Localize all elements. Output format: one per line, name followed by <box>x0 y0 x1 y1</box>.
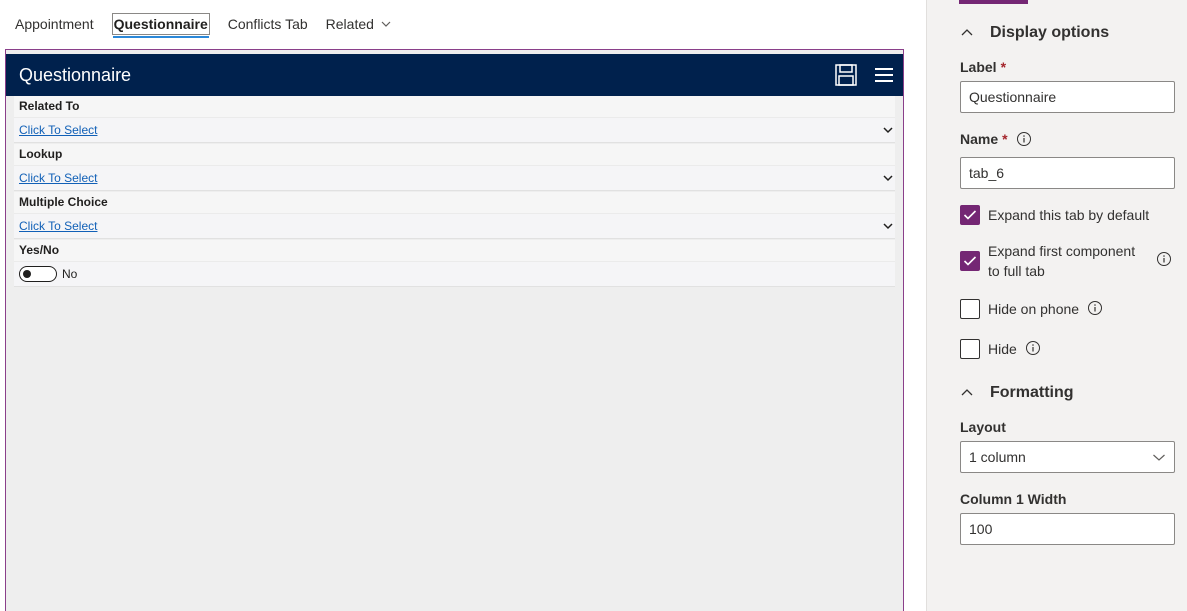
tab-conflicts[interactable]: Conflicts Tab <box>228 13 308 35</box>
form-canvas: Questionnaire Related To Click To Select <box>5 49 904 611</box>
active-tab-indicator <box>959 0 1028 4</box>
required-mark: * <box>1002 131 1008 147</box>
info-icon[interactable] <box>1016 131 1032 147</box>
hide-checkbox[interactable] <box>960 339 980 359</box>
expand-first-component-checkbox-row[interactable]: Expand first component to full tab <box>960 241 1180 281</box>
info-icon[interactable] <box>1025 340 1041 356</box>
section-title: Formatting <box>990 384 1074 401</box>
name-field-label: Name * <box>960 131 1032 147</box>
layout-select[interactable]: 1 column <box>960 441 1175 473</box>
required-mark: * <box>1000 59 1007 75</box>
expand-first-component-checkbox[interactable] <box>960 251 980 271</box>
name-text: Name <box>960 131 999 147</box>
click-to-select-link[interactable]: Click To Select <box>19 123 97 137</box>
tab-questionnaire[interactable]: Questionnaire <box>111 12 210 38</box>
field-label-yes-no: Yes/No <box>14 240 895 261</box>
label-field-label: Label * <box>960 59 1006 75</box>
info-icon[interactable] <box>1156 251 1172 267</box>
chevron-down-icon <box>1153 454 1165 461</box>
section-title: Display options <box>990 24 1110 41</box>
field-label-lookup: Lookup <box>14 144 895 165</box>
toggle-value: No <box>62 267 78 281</box>
chevron-down-icon[interactable] <box>883 126 893 134</box>
related-to-lookup[interactable]: Click To Select <box>14 117 895 143</box>
name-input[interactable]: tab_6 <box>960 157 1175 189</box>
expand-default-checkbox-row[interactable]: Expand this tab by default <box>960 205 1149 225</box>
chevron-up-icon <box>961 389 973 396</box>
expand-default-checkbox[interactable] <box>960 205 980 225</box>
checkbox-label: Hide on phone <box>988 301 1080 317</box>
chevron-down-icon[interactable] <box>883 222 893 230</box>
yes-no-toggle[interactable] <box>19 266 57 282</box>
column-width-input[interactable]: 100 <box>960 513 1175 545</box>
info-icon[interactable] <box>1087 300 1103 316</box>
tab-label: Conflicts Tab <box>227 15 308 32</box>
menu-icon[interactable] <box>875 68 893 82</box>
hide-on-phone-checkbox[interactable] <box>960 299 980 319</box>
label-input[interactable]: Questionnaire <box>960 81 1175 113</box>
column-width-label: Column 1 Width <box>960 491 1067 507</box>
click-to-select-link[interactable]: Click To Select <box>19 219 97 233</box>
tab-appointment[interactable]: Appointment <box>15 13 94 35</box>
save-icon[interactable] <box>835 64 857 86</box>
yes-no-field: No <box>14 261 895 287</box>
display-options-header[interactable]: Display options <box>960 24 1109 42</box>
checkmark-icon <box>963 256 977 266</box>
chevron-down-icon[interactable] <box>883 174 893 182</box>
layout-label: Layout <box>960 419 1006 435</box>
form-title: Questionnaire <box>19 64 132 85</box>
checkbox-label: Expand first component to full tab <box>988 243 1136 279</box>
chevron-up-icon <box>961 29 973 36</box>
formatting-header[interactable]: Formatting <box>960 384 1074 402</box>
checkmark-icon <box>963 210 977 220</box>
chevron-down-icon <box>381 21 391 27</box>
tab-label: Related <box>325 15 374 32</box>
tab-label: Questionnaire <box>113 15 208 32</box>
hide-on-phone-checkbox-row[interactable]: Hide on phone <box>960 299 1103 319</box>
field-label-multiple-choice: Multiple Choice <box>14 192 895 213</box>
field-label-related-to: Related To <box>14 96 895 117</box>
form-designer-area: Appointment Questionnaire Conflicts Tab … <box>0 0 907 611</box>
tab-bar: Appointment Questionnaire Conflicts Tab … <box>5 0 905 47</box>
label-text: Label <box>960 59 997 75</box>
click-to-select-link[interactable]: Click To Select <box>19 171 97 185</box>
form-fields: Related To Click To Select Lookup Click … <box>14 96 895 288</box>
tab-related[interactable]: Related <box>326 13 391 35</box>
multiple-choice-field[interactable]: Click To Select <box>14 213 895 239</box>
properties-panel: Display options Label * Questionnaire Nam… <box>926 0 1187 611</box>
layout-value: 1 column <box>969 449 1026 465</box>
tab-label: Appointment <box>15 15 94 32</box>
hide-checkbox-row[interactable]: Hide <box>960 339 1041 359</box>
checkbox-label: Expand this tab by default <box>988 207 1150 223</box>
checkbox-label: Hide <box>988 341 1017 357</box>
form-header: Questionnaire <box>6 54 903 96</box>
lookup-field[interactable]: Click To Select <box>14 165 895 191</box>
